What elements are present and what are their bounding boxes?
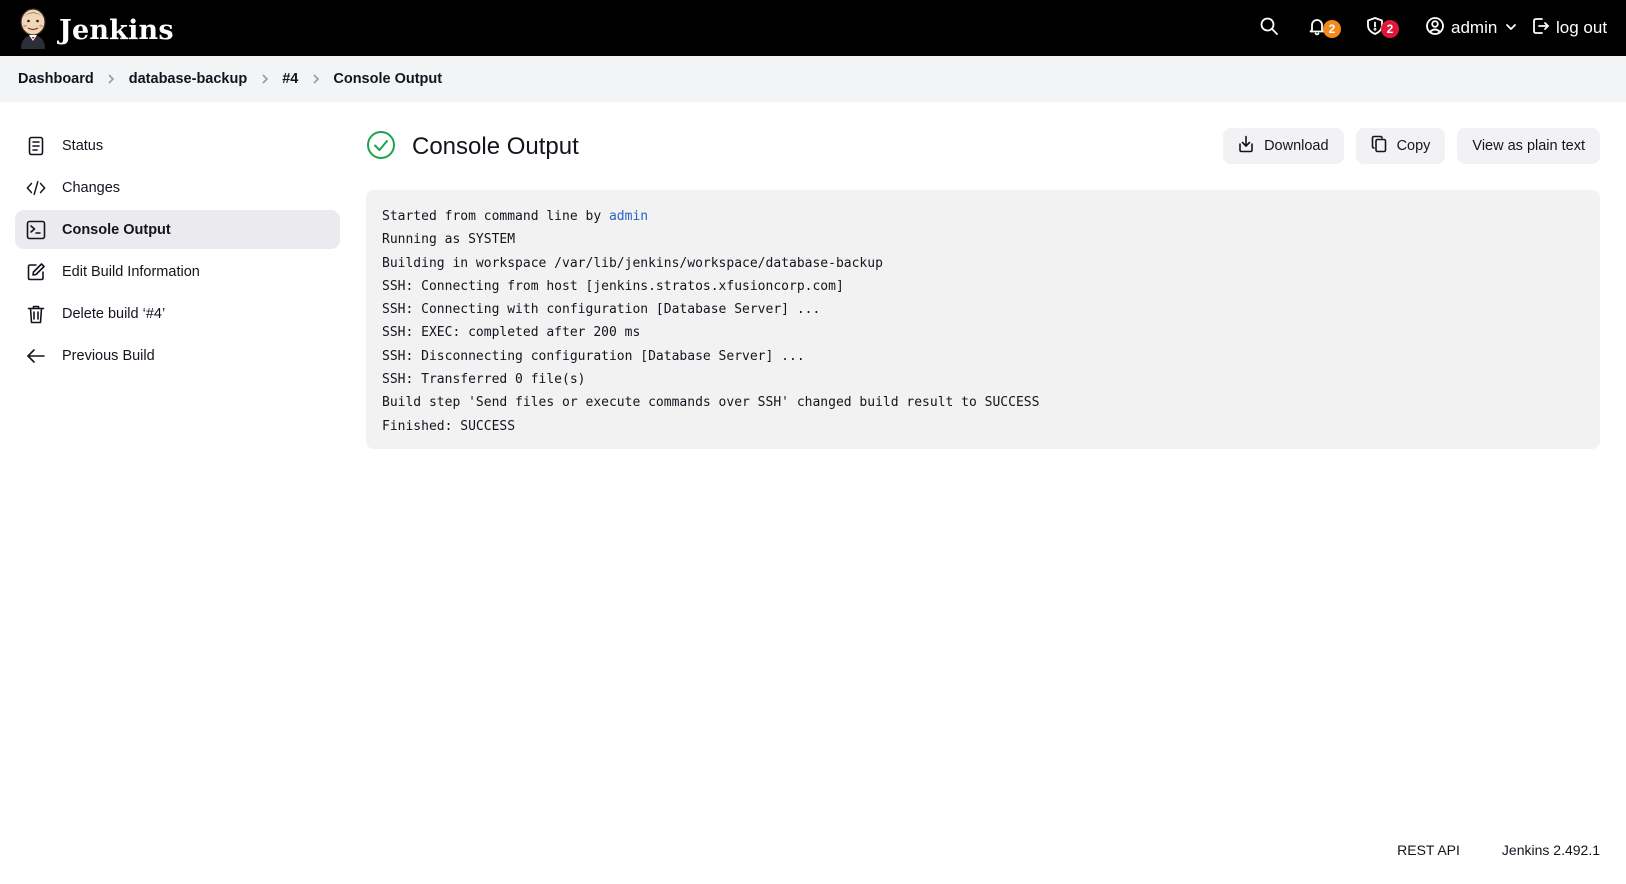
console-line: Started from command line by admin	[382, 205, 1584, 228]
security-badge: 2	[1381, 20, 1399, 38]
trash-icon	[26, 304, 46, 324]
logout-button[interactable]: log out	[1531, 14, 1607, 42]
code-icon	[26, 178, 46, 198]
sidebar: Status Changes Console Output Edit Build…	[15, 126, 340, 378]
arrow-left-icon	[26, 346, 46, 366]
download-label: Download	[1264, 138, 1329, 154]
page-title: Console Output	[412, 133, 579, 160]
notifications-button[interactable]: 2	[1307, 14, 1345, 42]
chevron-right-icon	[94, 73, 129, 85]
notepad-icon	[26, 136, 46, 156]
user-name: admin	[1451, 18, 1498, 37]
console-actions: Download Copy View as plain text	[1223, 128, 1600, 164]
copy-button[interactable]: Copy	[1355, 128, 1446, 164]
sidebar-item-delete-build[interactable]: Delete build ‘#4’	[15, 294, 340, 333]
breadcrumb-console-output[interactable]: Console Output	[333, 71, 442, 87]
console-output: Started from command line by admin Runni…	[366, 190, 1600, 449]
logout-label: log out	[1556, 18, 1608, 37]
user-menu-button[interactable]: admin	[1425, 14, 1517, 42]
edit-icon	[26, 262, 46, 282]
console-line: SSH: Connecting with configuration [Data…	[382, 302, 821, 318]
view-plain-text-button[interactable]: View as plain text	[1457, 128, 1600, 164]
app-name: Jenkins	[59, 15, 174, 46]
rest-api-link[interactable]: REST API	[1397, 842, 1460, 858]
security-button[interactable]: 2	[1365, 14, 1403, 42]
sidebar-item-label: Console Output	[62, 221, 171, 238]
sidebar-item-status[interactable]: Status	[15, 126, 340, 165]
download-button[interactable]: Download	[1223, 128, 1344, 164]
sidebar-item-label: Edit Build Information	[62, 263, 200, 280]
download-icon	[1238, 135, 1264, 157]
notifications-badge: 2	[1323, 20, 1341, 38]
terminal-icon	[26, 220, 46, 240]
console-line: Running as SYSTEM	[382, 232, 516, 248]
breadcrumb-build[interactable]: #4	[282, 71, 298, 87]
console-line: SSH: Transferred 0 file(s)	[382, 372, 586, 388]
console-line: SSH: Connecting from host [jenkins.strat…	[382, 278, 844, 294]
sidebar-item-console-output[interactable]: Console Output	[15, 210, 340, 249]
chevron-right-icon	[247, 73, 282, 85]
logout-icon	[1531, 16, 1551, 41]
copy-icon	[1371, 135, 1397, 157]
page-header: Console Output	[366, 126, 579, 168]
user-icon	[1425, 16, 1445, 41]
search-icon	[1259, 16, 1279, 41]
sidebar-item-label: Changes	[62, 179, 121, 196]
console-line: SSH: Disconnecting configuration [Databa…	[382, 348, 805, 364]
view-plain-text-label: View as plain text	[1472, 138, 1585, 154]
success-check-icon	[366, 130, 396, 165]
sidebar-item-label: Status	[62, 137, 104, 154]
breadcrumb-dashboard[interactable]: Dashboard	[18, 71, 94, 87]
chevron-down-icon	[1505, 18, 1517, 38]
admin-user-link[interactable]: admin	[609, 209, 648, 224]
console-line: Build step 'Send files or execute comman…	[382, 395, 1040, 411]
breadcrumb-bar: Dashboard database-backup #4 Console Out…	[0, 56, 1626, 102]
search-button[interactable]	[1259, 14, 1279, 42]
breadcrumb: Dashboard database-backup #4 Console Out…	[18, 56, 442, 102]
footer: REST API Jenkins 2.492.1	[1397, 842, 1600, 858]
jenkins-version-link[interactable]: Jenkins 2.492.1	[1502, 842, 1600, 858]
jenkins-home-link[interactable]: Jenkins	[17, 7, 174, 54]
console-line: SSH: EXEC: completed after 200 ms	[382, 325, 641, 341]
sidebar-item-previous-build[interactable]: Previous Build	[15, 336, 340, 375]
copy-label: Copy	[1396, 138, 1431, 154]
jenkins-logo-icon	[17, 7, 49, 54]
top-header: Jenkins 2 2 admin log out	[0, 0, 1626, 56]
console-line: Finished: SUCCESS	[382, 418, 516, 434]
console-line-text: Started from command line by	[382, 209, 609, 224]
breadcrumb-job[interactable]: database-backup	[129, 71, 247, 87]
sidebar-item-label: Previous Build	[62, 347, 155, 364]
console-line: Building in workspace /var/lib/jenkins/w…	[382, 255, 883, 271]
sidebar-item-label: Delete build ‘#4’	[62, 305, 166, 322]
chevron-right-icon	[298, 73, 333, 85]
sidebar-item-edit-build-information[interactable]: Edit Build Information	[15, 252, 340, 291]
sidebar-item-changes[interactable]: Changes	[15, 168, 340, 207]
